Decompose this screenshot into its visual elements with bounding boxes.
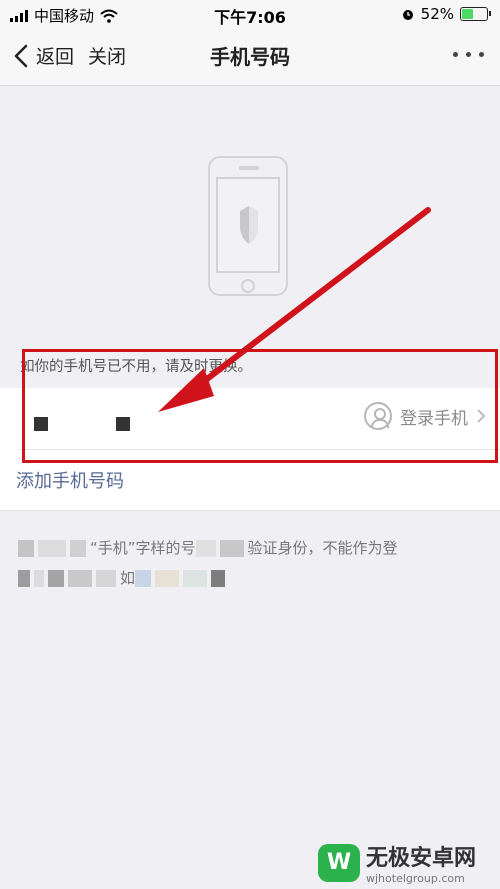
- watermark-url: wjhotelgroup.com: [366, 872, 465, 885]
- watermark: W 无极安卓网 wjhotelgroup.com: [318, 840, 476, 885]
- annotation-arrow: [158, 207, 431, 412]
- watermark-name: 无极安卓网: [366, 846, 477, 871]
- watermark-logo-icon: W: [318, 843, 360, 882]
